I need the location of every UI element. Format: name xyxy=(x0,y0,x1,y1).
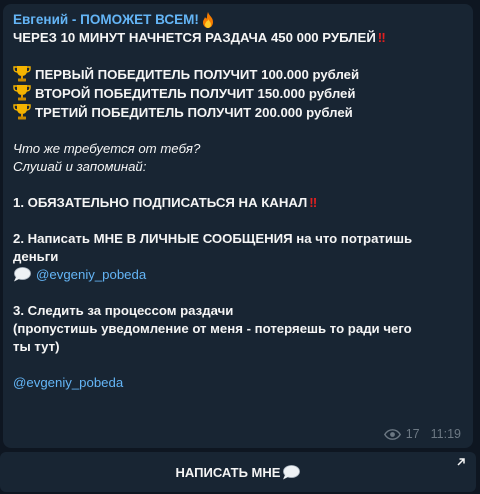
username-link[interactable]: @evgeniy_pobeda xyxy=(13,375,123,390)
speech-bubble-icon xyxy=(14,267,31,282)
username-link[interactable]: @evgeniy_pobeda xyxy=(36,267,146,282)
channel-message: Евгений - ПОМОЖЕТ ВСЕМ! ЧЕРЕЗ 10 МИНУТ Н… xyxy=(3,4,473,448)
prize-text: ВТОРОЙ ПОБЕДИТЕЛЬ ПОЛУЧИТ 150.000 рублей xyxy=(35,86,356,101)
prize-row: ТРЕТИЙ ПОБЕДИТЕЛЬ ПОЛУЧИТ 200.000 рублей xyxy=(13,103,463,122)
write-me-button[interactable]: НАПИСАТЬ МНЕ xyxy=(0,452,476,492)
prize-row: ПЕРВЫЙ ПОБЕДИТЕЛЬ ПОЛУЧИТ 100.000 рублей xyxy=(13,65,463,84)
footer-link-row: @evgeniy_pobeda xyxy=(13,374,463,392)
question-line: Что же требуется от тебя? xyxy=(13,141,201,156)
eye-icon xyxy=(383,428,401,440)
step-1-row: 1. ОБЯЗАТЕЛЬНО ПОДПИСАТЬСЯ НА КАНАЛ ‼ xyxy=(13,194,463,212)
question-line: Слушай и запоминай: xyxy=(13,159,147,174)
step-3-line: 3. Следить за процессом раздачи xyxy=(13,303,234,318)
prize-row: ВТОРОЙ ПОБЕДИТЕЛЬ ПОЛУЧИТ 150.000 рублей xyxy=(13,84,463,103)
step-3-line: (пропустишь уведомление от меня - потеря… xyxy=(13,321,412,336)
trophy-icon xyxy=(13,85,31,101)
speech-bubble-icon xyxy=(283,464,301,479)
headline-row: ЧЕРЕЗ 10 МИНУТ НАЧНЕТСЯ РАЗДАЧА 450 000 … xyxy=(13,29,463,47)
step-2-line: 2. Написать МНЕ В ЛИЧНЫЕ СООБЩЕНИЯ на чт… xyxy=(13,231,413,246)
double-exclamation-icon: ‼ xyxy=(309,195,317,210)
prize-text: ПЕРВЫЙ ПОБЕДИТЕЛЬ ПОЛУЧИТ 100.000 рублей xyxy=(35,67,360,82)
external-arrow-icon xyxy=(457,458,465,466)
step-1-text: 1. ОБЯЗАТЕЛЬНО ПОДПИСАТЬСЯ НА КАНАЛ xyxy=(13,195,308,210)
double-exclamation-icon: ‼ xyxy=(377,30,386,45)
sender-name[interactable]: Евгений - ПОМОЖЕТ ВСЕМ! xyxy=(13,10,199,29)
sender-row: Евгений - ПОМОЖЕТ ВСЕМ! xyxy=(13,10,463,29)
step-3-line: ты тут) xyxy=(13,339,60,354)
step-2-line: деньги xyxy=(13,249,59,264)
fire-icon xyxy=(202,11,213,28)
prize-text: ТРЕТИЙ ПОБЕДИТЕЛЬ ПОЛУЧИТ 200.000 рублей xyxy=(35,105,353,120)
message-time: 11:19 xyxy=(430,427,461,441)
message-meta: 17 11:19 xyxy=(383,427,461,441)
step-2-link-row: @evgeniy_pobeda xyxy=(13,266,463,284)
trophy-icon xyxy=(13,66,31,82)
view-count: 17 xyxy=(405,427,420,441)
trophy-icon xyxy=(13,104,31,120)
headline-text: ЧЕРЕЗ 10 МИНУТ НАЧНЕТСЯ РАЗДАЧА 450 000 … xyxy=(13,30,376,45)
write-me-label: НАПИСАТЬ МНЕ xyxy=(175,464,281,480)
